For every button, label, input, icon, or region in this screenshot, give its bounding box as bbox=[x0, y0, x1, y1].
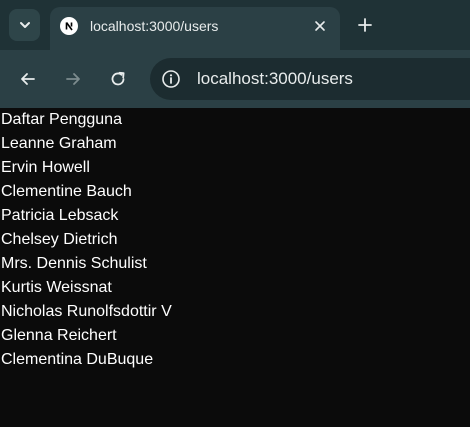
nextjs-favicon-icon bbox=[60, 17, 78, 35]
tab-strip: localhost:3000/users bbox=[0, 0, 470, 50]
user-list-item: Chelsey Dietrich bbox=[1, 231, 118, 248]
browser-toolbar: localhost:3000/users bbox=[0, 50, 470, 108]
user-list-item: Patricia Lebsack bbox=[1, 207, 119, 224]
reload-button[interactable] bbox=[106, 67, 130, 91]
user-list-item: Glenna Reichert bbox=[1, 327, 117, 344]
tab-search-button[interactable] bbox=[9, 9, 40, 41]
info-icon bbox=[162, 70, 180, 88]
arrow-left-icon bbox=[21, 73, 35, 85]
page-title: Daftar Pengguna bbox=[1, 111, 122, 128]
user-list-item: Leanne Graham bbox=[1, 135, 117, 152]
user-list-item: Nicholas Runolfsdottir V bbox=[1, 303, 172, 320]
tab-close-button[interactable] bbox=[310, 16, 330, 36]
user-list-item: Clementina DuBuque bbox=[1, 351, 154, 368]
forward-button[interactable] bbox=[61, 67, 85, 91]
user-list-item: Kurtis Weissnat bbox=[1, 279, 112, 296]
new-tab-button[interactable] bbox=[352, 12, 378, 38]
user-list: Leanne Graham Ervin Howell Clementine Ba… bbox=[0, 132, 470, 372]
page-content: Daftar Pengguna Leanne Graham Ervin Howe… bbox=[0, 108, 470, 427]
arrow-right-icon bbox=[66, 73, 80, 85]
close-icon bbox=[315, 21, 325, 31]
address-bar[interactable]: localhost:3000/users bbox=[150, 58, 470, 100]
plus-icon bbox=[358, 18, 372, 32]
site-info-button[interactable] bbox=[160, 68, 182, 90]
chevron-down-icon bbox=[19, 22, 30, 28]
back-button[interactable] bbox=[16, 67, 40, 91]
user-list-item: Mrs. Dennis Schulist bbox=[1, 255, 147, 272]
url-text[interactable]: localhost:3000/users bbox=[197, 69, 353, 89]
user-list-item: Ervin Howell bbox=[1, 159, 90, 176]
tab-title: localhost:3000/users bbox=[90, 18, 219, 34]
reload-icon bbox=[111, 71, 125, 86]
user-list-item: Clementine Bauch bbox=[1, 183, 132, 200]
browser-window: localhost:3000/users localhost:3000/user… bbox=[0, 0, 470, 427]
active-tab[interactable]: localhost:3000/users bbox=[50, 7, 340, 50]
